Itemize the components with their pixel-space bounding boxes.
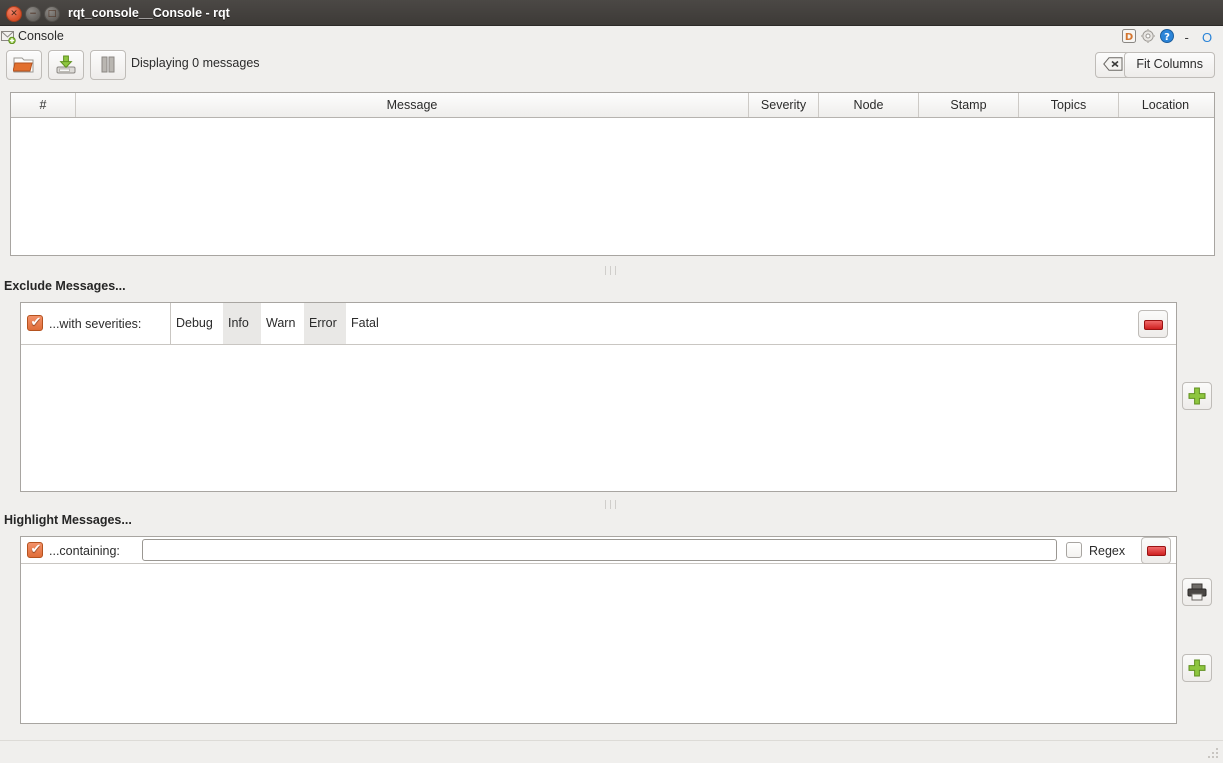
window-close-button[interactable]: ✕: [6, 6, 22, 22]
column-header-node[interactable]: Node: [819, 93, 919, 117]
highlight-filter-enabled-checkbox[interactable]: [27, 542, 43, 558]
severity-item-error[interactable]: Error: [304, 303, 346, 344]
table-filters-splitter[interactable]: |||: [0, 262, 1223, 272]
severity-item-warn[interactable]: Warn: [261, 303, 304, 344]
dock-maximize-button[interactable]: O: [1199, 30, 1215, 45]
open-log-button[interactable]: [6, 50, 42, 80]
printer-icon: [1187, 583, 1207, 601]
dock-title: Console: [18, 29, 64, 43]
message-count-status: Displaying 0 messages: [131, 56, 260, 70]
resize-grip[interactable]: [1204, 744, 1220, 760]
exclude-filter-row: ...with severities: DebugInfoWarnErrorFa…: [21, 303, 1176, 345]
column-header-[interactable]: #: [11, 93, 76, 117]
window-minimize-button[interactable]: −: [25, 6, 41, 22]
highlight-section-label: Highlight Messages...: [4, 513, 132, 527]
svg-text:D: D: [1124, 32, 1132, 43]
plus-icon: [1188, 387, 1206, 405]
plus-icon: [1188, 659, 1206, 677]
statusbar-divider: [0, 740, 1223, 741]
exclude-filters-panel: ...with severities: DebugInfoWarnErrorFa…: [20, 302, 1177, 492]
highlight-containing-label: ...containing:: [49, 544, 120, 558]
console-plugin-icon: [1, 30, 16, 44]
filters-highlight-splitter[interactable]: |||: [0, 496, 1223, 506]
minus-icon: [1144, 320, 1163, 330]
window-maximize-button[interactable]: □: [44, 6, 60, 22]
settings-gear-icon[interactable]: [1141, 29, 1155, 46]
highlight-regex-checkbox[interactable]: [1066, 542, 1082, 558]
dock-widget-header: Console D ?: [0, 26, 1223, 50]
dock-header-buttons: D ? - O: [1120, 29, 1215, 47]
highlight-filter-row: ...containing: Regex: [21, 537, 1176, 564]
add-exclude-filter-button[interactable]: [1182, 382, 1212, 410]
column-header-location[interactable]: Location: [1119, 93, 1212, 117]
dock-undock-icon[interactable]: D: [1122, 29, 1136, 46]
column-header-severity[interactable]: Severity: [749, 93, 819, 117]
splitter-grip-dots: |||: [604, 266, 619, 276]
exclude-severities-list[interactable]: DebugInfoWarnErrorFatal: [170, 303, 1135, 344]
remove-highlight-filter-button[interactable]: [1141, 537, 1171, 564]
severity-item-info[interactable]: Info: [223, 303, 261, 344]
save-log-button[interactable]: [48, 50, 84, 80]
highlight-filters-panel: ...containing: Regex: [20, 536, 1177, 724]
minimize-icon: −: [26, 7, 40, 21]
exclude-severities-label: ...with severities:: [49, 317, 141, 331]
message-table-header[interactable]: #MessageSeverityNodeStampTopicsLocation: [11, 93, 1214, 118]
severity-item-debug[interactable]: Debug: [171, 303, 223, 344]
highlight-text-input[interactable]: [142, 539, 1057, 561]
splitter-grip-dots-2: |||: [604, 500, 619, 510]
console-toolbar: Displaying 0 messages Fit Columns: [0, 50, 1223, 80]
window-title: rqt_console__Console - rqt: [68, 4, 230, 22]
column-header-message[interactable]: Message: [76, 93, 749, 117]
column-header-stamp[interactable]: Stamp: [919, 93, 1019, 117]
minus-icon: [1147, 546, 1166, 556]
add-highlight-filter-button[interactable]: [1182, 654, 1212, 682]
fit-columns-button[interactable]: Fit Columns: [1124, 52, 1215, 78]
message-table[interactable]: #MessageSeverityNodeStampTopicsLocation: [10, 92, 1215, 256]
message-table-body[interactable]: [11, 118, 1214, 254]
severity-item-fatal[interactable]: Fatal: [346, 303, 1136, 344]
highlight-printer-button[interactable]: [1182, 578, 1212, 606]
highlight-regex-label: Regex: [1089, 544, 1125, 558]
column-header-topics[interactable]: Topics: [1019, 93, 1119, 117]
help-icon[interactable]: ?: [1160, 29, 1174, 46]
pause-button[interactable]: [90, 50, 126, 80]
dock-minimize-button[interactable]: -: [1180, 30, 1194, 45]
exclude-section-label: Exclude Messages...: [4, 279, 126, 293]
window-titlebar: ✕ − □ rqt_console__Console - rqt: [0, 0, 1223, 26]
maximize-icon: □: [45, 7, 59, 21]
close-icon: ✕: [7, 7, 21, 21]
svg-text:?: ?: [1164, 32, 1170, 43]
remove-exclude-filter-button[interactable]: [1138, 310, 1168, 338]
exclude-filter-enabled-checkbox[interactable]: [27, 315, 43, 331]
